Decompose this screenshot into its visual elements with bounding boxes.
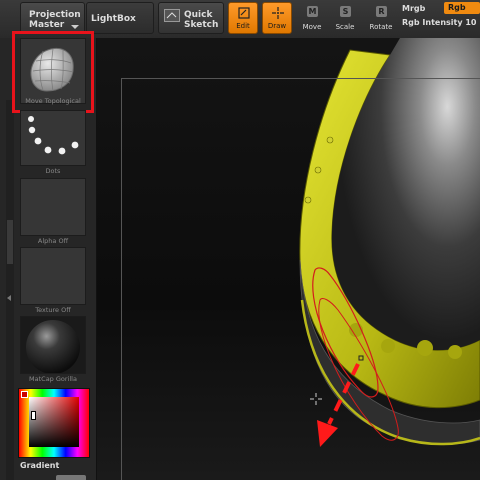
move-key-icon: M — [307, 6, 318, 17]
quick-sketch-label-2: Sketch — [184, 20, 219, 30]
material-label: MatCap Gorilla — [29, 375, 77, 383]
alpha-label: Alpha Off — [37, 237, 69, 245]
dropdown-arrow-icon — [71, 25, 79, 29]
rotate-key-icon: R — [376, 6, 387, 17]
brush-highlight-box — [12, 31, 94, 113]
rotate-button[interactable]: R Rotate — [366, 2, 396, 34]
quick-sketch-button[interactable]: Quick Sketch — [158, 2, 224, 34]
dots-stroke-icon — [28, 116, 79, 155]
rgb-toggle[interactable]: Rgb — [444, 2, 480, 14]
main-color-swatch[interactable] — [21, 391, 28, 398]
texture-label: Texture Off — [35, 306, 71, 314]
projection-master-label-1: Projection — [29, 10, 81, 20]
stroke-label: Dots — [45, 167, 61, 175]
color-picker[interactable] — [18, 388, 90, 458]
scale-button[interactable]: S Scale — [330, 2, 360, 34]
texture-thumbnail[interactable] — [20, 247, 86, 305]
tray-arrow-icon — [7, 295, 11, 301]
material-thumbnail[interactable] — [20, 316, 86, 374]
lightbox-button[interactable]: LightBox — [86, 2, 154, 34]
rotate-label: Rotate — [369, 23, 393, 31]
saturation-value-square[interactable] — [29, 397, 79, 447]
edit-button[interactable]: Edit — [228, 2, 258, 34]
rgb-intensity-slider[interactable]: Rgb Intensity 10 — [402, 18, 476, 28]
canvas-viewport[interactable] — [97, 38, 480, 480]
rgb-label: Rgb — [448, 3, 466, 12]
crosshair-cursor-icon — [310, 393, 322, 405]
move-label: Move — [302, 23, 322, 31]
move-button[interactable]: M Move — [297, 2, 327, 34]
draw-button[interactable]: Draw — [262, 2, 292, 34]
color-cursor[interactable] — [31, 411, 36, 420]
edit-label: Edit — [236, 22, 250, 30]
projection-master-label-2: Master — [29, 20, 65, 30]
gradient-label[interactable]: Gradient — [20, 461, 59, 470]
quick-sketch-label-1: Quick — [184, 10, 213, 20]
mrgb-toggle[interactable]: Mrgb — [402, 4, 425, 14]
matcap-gorilla-material-icon — [26, 320, 80, 374]
gradient-swatch[interactable] — [56, 475, 86, 480]
draw-icon — [272, 7, 284, 19]
tray-edge[interactable] — [6, 100, 14, 480]
projection-master-button[interactable]: Projection Master — [20, 2, 85, 34]
alpha-thumbnail[interactable] — [20, 178, 86, 236]
drag-direction-arrow-icon — [317, 363, 360, 447]
lightbox-label: LightBox — [91, 14, 136, 24]
edit-icon — [238, 7, 250, 19]
scale-label: Scale — [335, 23, 355, 31]
stroke-thumbnail[interactable] — [20, 110, 86, 166]
tray-handle[interactable] — [7, 220, 13, 264]
draw-label: Draw — [267, 22, 287, 30]
quick-sketch-icon — [164, 9, 180, 22]
scale-key-icon: S — [340, 6, 351, 17]
